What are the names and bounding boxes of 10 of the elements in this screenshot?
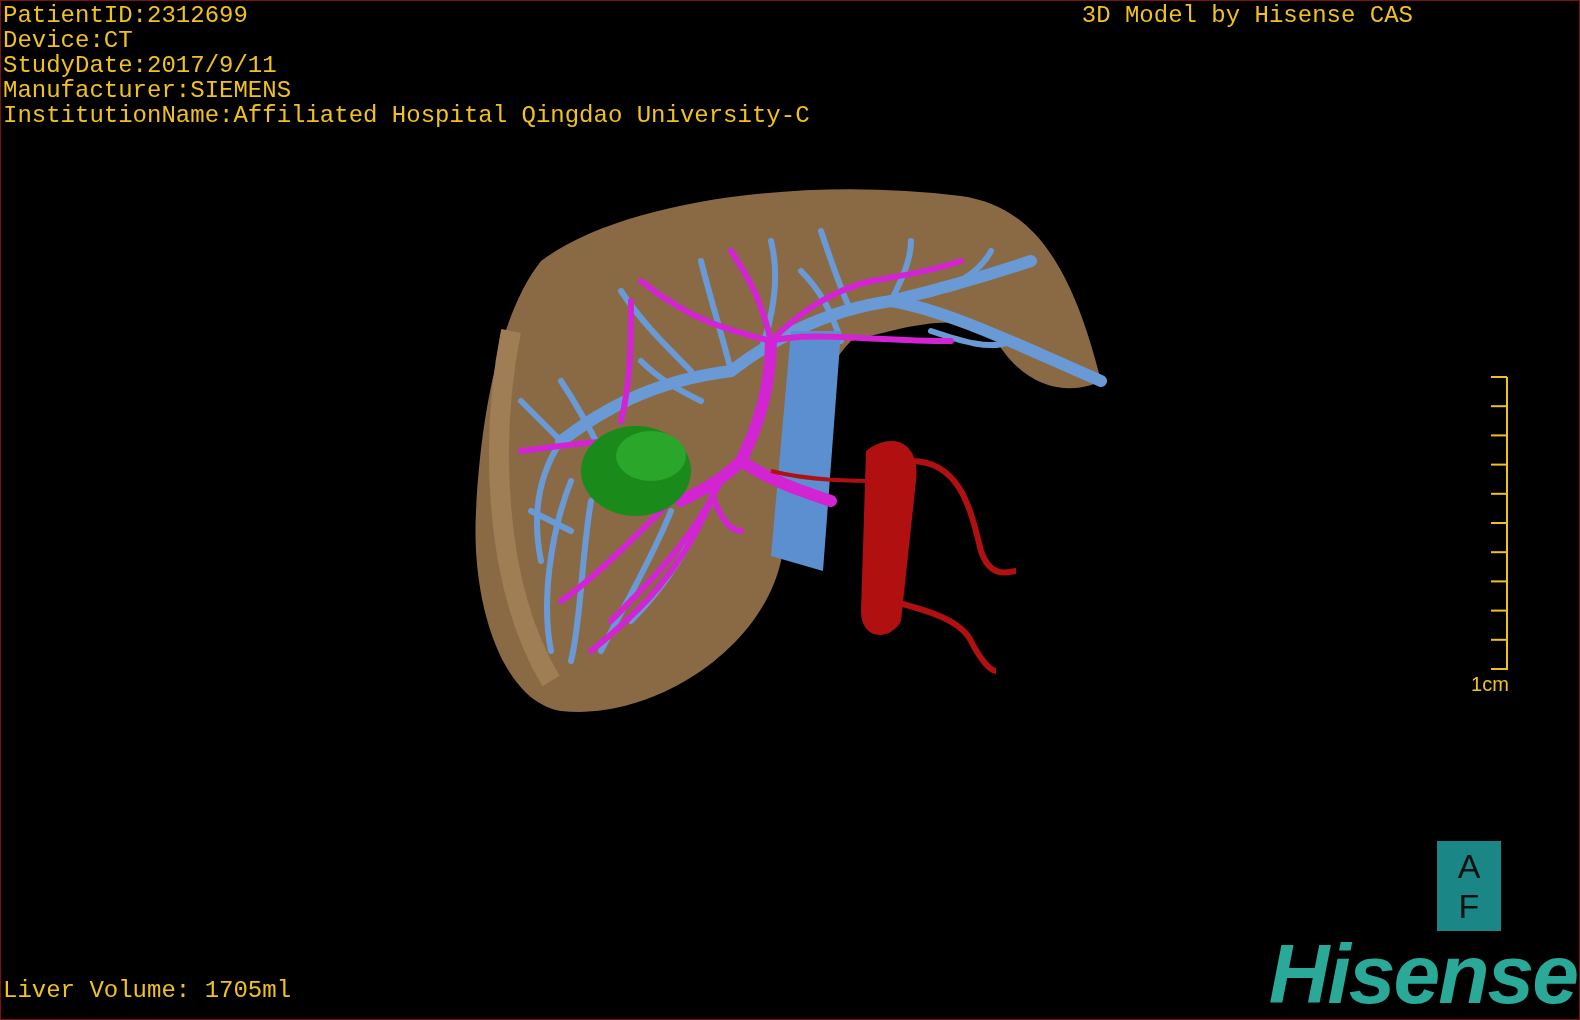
study-info-text: InstitutionName:Affiliated Hospital Qingdao University-C	[3, 103, 810, 128]
scale-label: 1cm	[1471, 673, 1509, 695]
study-info-text: StudyDate:2017/9/11	[3, 53, 278, 78]
study-info-text: Manufacturer:SIEMENS	[3, 78, 293, 103]
study-info-text: Device:CT	[3, 28, 134, 53]
logo-badge: A F	[1437, 841, 1501, 931]
liver-volume-text: Liver Volume: 1705ml	[2, 978, 292, 1003]
model-title: 3D Model by Hisense CAS	[1081, 3, 1413, 28]
brand-logo: Hisense	[1268, 939, 1577, 1009]
study-info-text: PatientID:2312699	[3, 3, 249, 28]
